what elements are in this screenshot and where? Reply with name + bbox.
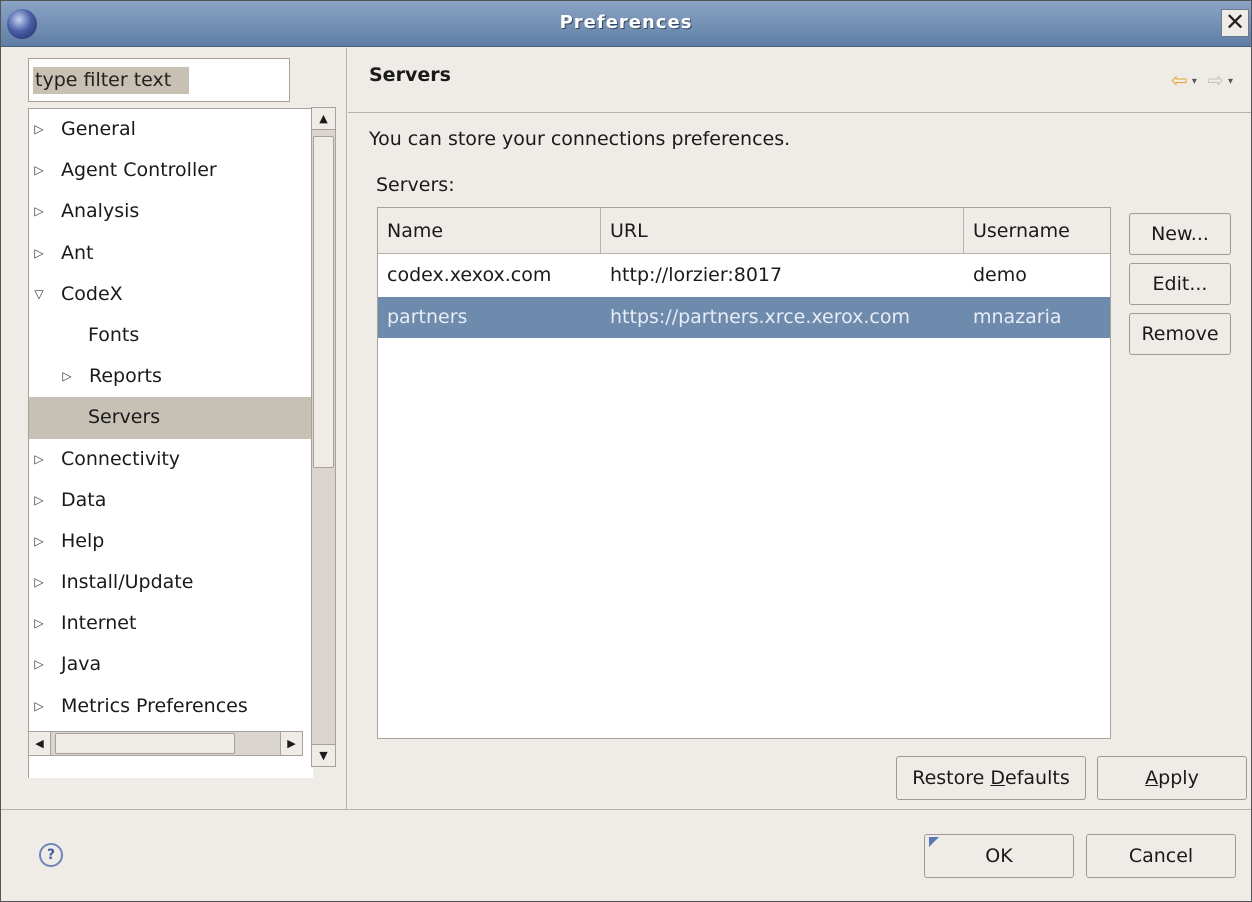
servers-label: Servers: [376, 174, 455, 196]
cell-name: codex.xexox.com [387, 264, 552, 286]
tree-item-label: Reports [89, 365, 162, 388]
tree-item-label: Help [61, 529, 105, 552]
column-header-username[interactable]: Username [964, 208, 1110, 254]
help-icon[interactable]: ? [39, 843, 63, 867]
cancel-button[interactable]: Cancel [1086, 834, 1236, 878]
ok-button-label: OK [985, 845, 1013, 867]
tree-item[interactable]: ▷ Java [29, 644, 313, 685]
forward-arrow-icon[interactable]: ⇨ [1207, 68, 1224, 92]
window-title: Preferences [559, 12, 693, 33]
collapsed-arrow-icon[interactable]: ▷ [29, 439, 49, 480]
tree-item-label: General [61, 118, 136, 140]
filter-input[interactable] [29, 59, 289, 101]
collapsed-arrow-icon[interactable]: ▷ [29, 109, 49, 150]
tree-item[interactable]: ▷ Ant [29, 233, 313, 274]
cell-url: http://lorzier:8017 [610, 264, 783, 286]
tree-item[interactable]: ▷ Metrics Preferences [29, 686, 313, 727]
cell-name: partners [387, 306, 468, 328]
left-pane: ▷ General ▷ Agent Controller ▷ Analysis ▷ Ant ▽ C… [1, 48, 347, 810]
tree-item-label: Agent Controller [61, 159, 217, 182]
collapsed-arrow-icon[interactable]: ▷ [57, 356, 77, 397]
tree-item[interactable]: ▷ Internet [29, 603, 313, 644]
scroll-up-icon[interactable]: ▲ [312, 108, 335, 130]
cell-username: mnazaria [973, 306, 1062, 328]
tree-item[interactable]: ▷ Install/Update [29, 562, 313, 603]
scroll-thumb[interactable] [313, 136, 334, 468]
expanded-arrow-icon[interactable]: ▽ [29, 274, 49, 315]
new-button[interactable]: New... [1129, 213, 1231, 255]
history-nav: ⇦ ▾ ⇨ ▾ [1167, 68, 1233, 92]
tree-item[interactable]: ▷ Reports [29, 356, 313, 397]
scroll-down-icon[interactable]: ▼ [312, 744, 335, 766]
default-button-indicator [929, 837, 939, 847]
tree-item-label: Data [61, 488, 107, 511]
table-row[interactable]: codex.xexox.com http://lorzier:8017 demo [378, 255, 1110, 296]
tree-item[interactable]: ▷ Help [29, 521, 313, 562]
back-dropdown-icon[interactable]: ▾ [1192, 76, 1197, 87]
tree-item[interactable]: ▽ CodeX [29, 274, 313, 315]
tree-item-label: Install/Update [61, 571, 194, 594]
preferences-tree: ▷ General ▷ Agent Controller ▷ Analysis ▷ Ant ▽ C… [28, 108, 313, 778]
collapsed-arrow-icon[interactable]: ▷ [29, 191, 49, 232]
tree-item-label: CodeX [61, 282, 123, 305]
tree-horizontal-scrollbar[interactable]: ◀ ▶ [28, 731, 303, 756]
tree-item[interactable]: ▷ Agent Controller [29, 150, 313, 191]
filter-field-box [28, 58, 290, 102]
forward-dropdown-icon[interactable]: ▾ [1228, 76, 1233, 87]
tree-item-label: Connectivity [61, 447, 181, 470]
collapsed-arrow-icon[interactable]: ▷ [29, 686, 49, 727]
collapsed-arrow-icon[interactable]: ▷ [29, 644, 49, 685]
tree-item[interactable]: Fonts [29, 315, 313, 356]
scroll-left-icon[interactable]: ◀ [29, 732, 51, 755]
servers-table[interactable]: Name URL Username codex.xexox.com http://… [377, 207, 1111, 739]
apply-button[interactable]: Apply [1097, 756, 1247, 800]
ok-button[interactable]: OK [924, 834, 1074, 878]
page-description: You can store your connections preferenc… [369, 128, 791, 150]
column-header-name[interactable]: Name [378, 208, 601, 254]
collapsed-arrow-icon[interactable]: ▷ [29, 480, 49, 521]
page-title: Servers [369, 64, 451, 86]
scroll-right-icon[interactable]: ▶ [280, 732, 302, 755]
tree-vertical-scrollbar[interactable]: ▲ ▼ [311, 107, 336, 767]
tree-item-label: Internet [61, 612, 137, 635]
collapsed-arrow-icon[interactable]: ▷ [29, 233, 49, 274]
tree-item[interactable]: ▷ Analysis [29, 191, 313, 232]
collapsed-arrow-icon[interactable]: ▷ [29, 150, 49, 191]
bottom-separator [1, 809, 1251, 810]
tree-item-label: Analysis [61, 200, 140, 223]
tree-item[interactable]: Servers [29, 397, 313, 439]
cell-url: https://partners.xrce.xerox.com [610, 306, 911, 328]
tree-item-label: Fonts [88, 323, 140, 346]
tree-item-label: Java [61, 653, 102, 676]
column-header-url[interactable]: URL [601, 208, 964, 254]
tree-item-label: Servers [88, 406, 161, 429]
tree-item-label: Ant [61, 241, 94, 264]
table-row[interactable]: partners https://partners.xrce.xerox.com m… [378, 297, 1110, 338]
collapsed-arrow-icon[interactable]: ▷ [29, 521, 49, 562]
cell-username: demo [973, 264, 1027, 286]
remove-button[interactable]: Remove [1129, 313, 1231, 355]
collapsed-arrow-icon[interactable]: ▷ [29, 562, 49, 603]
close-button[interactable]: ✕ [1221, 9, 1249, 37]
page-header: Servers ⇦ ▾ ⇨ ▾ [348, 48, 1251, 113]
title-bar[interactable]: Preferences ✕ [1, 1, 1251, 47]
table-header: Name URL Username [378, 208, 1110, 254]
preferences-dialog: Preferences ✕ ▷General▷Agent Controller▷… [0, 0, 1252, 902]
tree-item[interactable]: ▷ Connectivity [29, 439, 313, 480]
tree-item[interactable]: ▷ General [29, 109, 313, 150]
collapsed-arrow-icon[interactable]: ▷ [29, 603, 49, 644]
edit-button[interactable]: Edit... [1129, 263, 1231, 305]
restore-defaults-button[interactable]: Restore Defaults [896, 756, 1086, 800]
tree-item-label: Metrics Preferences [61, 694, 248, 717]
tree-item[interactable]: ▷ Data [29, 480, 313, 521]
back-arrow-icon[interactable]: ⇦ [1171, 68, 1188, 92]
scroll-thumb-horizontal[interactable] [55, 733, 235, 754]
